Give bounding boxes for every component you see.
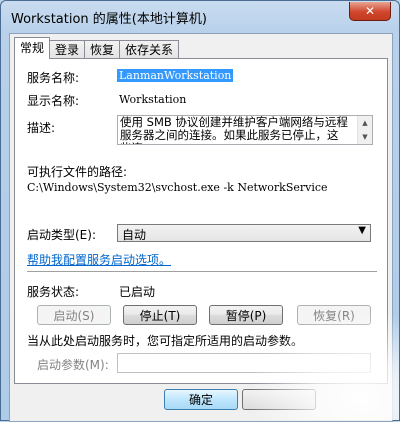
start-button[interactable]: 启动(S) [37, 305, 111, 325]
properties-dialog: Workstation 的属性(本地计算机) ✕ 常规 登录 恢复 依存关系 服… [0, 0, 400, 422]
description-scrollbar[interactable]: ▲ ▼ [357, 116, 372, 144]
scroll-up-icon[interactable]: ▲ [358, 116, 372, 130]
start-params-input[interactable] [117, 353, 371, 373]
startup-type-select[interactable]: 自动 ▼ [117, 224, 371, 242]
close-button[interactable]: ✕ [349, 2, 391, 21]
pause-button[interactable]: 暂停(P) [209, 305, 283, 325]
service-status-value: 已启动 [119, 285, 156, 299]
help-startup-link[interactable]: 帮助我配置服务启动选项。 [27, 251, 171, 268]
startup-type-label: 启动类型(E): [27, 228, 96, 242]
service-name-label: 服务名称: [27, 71, 80, 85]
exe-path-value[interactable]: C:\Windows\System32\svchost.exe -k Netwo… [27, 181, 328, 194]
ok-button[interactable]: 确定 [164, 389, 238, 410]
display-name-label: 显示名称: [27, 94, 80, 108]
start-params-label: 启动参数(M): [37, 358, 109, 372]
divider [27, 271, 377, 272]
close-icon: ✕ [364, 4, 376, 18]
dialog-client-area: 常规 登录 恢复 依存关系 服务名称: LanmanWorkstation 显示… [9, 33, 393, 422]
stop-button[interactable]: 停止(T) [123, 305, 197, 325]
description-field[interactable]: 使用 SMB 协议创建并维护客户端网络与远程服务器之间的连接。如果此服务已停止，… [117, 115, 373, 145]
tab-recovery[interactable]: 恢复 [84, 40, 121, 59]
description-text: 使用 SMB 协议创建并维护客户端网络与远程服务器之间的连接。如果此服务已停止，… [120, 115, 348, 144]
tab-dependencies[interactable]: 依存关系 [119, 40, 180, 59]
window-title: Workstation 的属性(本地计算机) [11, 12, 207, 27]
scroll-down-icon[interactable]: ▼ [358, 130, 372, 144]
tab-logon[interactable]: 登录 [49, 40, 86, 59]
service-status-label: 服务状态: [27, 285, 80, 299]
tab-strip: 常规 登录 恢复 依存关系 [14, 37, 180, 59]
exe-path-label: 可执行文件的路径: [27, 165, 128, 179]
service-name-value[interactable]: LanmanWorkstation [117, 69, 234, 82]
general-tab-panel: 服务名称: LanmanWorkstation 显示名称: Workstatio… [14, 58, 388, 384]
cancel-button[interactable] [242, 389, 316, 410]
start-params-hint: 当从此处启动服务时，您可指定所适用的启动参数。 [27, 334, 304, 348]
resume-button[interactable]: 恢复(R) [297, 305, 371, 325]
startup-type-value: 自动 [122, 228, 147, 242]
display-name-value[interactable]: Workstation [119, 93, 186, 106]
tab-general[interactable]: 常规 [14, 37, 51, 59]
description-label: 描述: [27, 121, 56, 135]
chevron-down-icon: ▼ [358, 225, 366, 236]
title-bar[interactable]: Workstation 的属性(本地计算机) ✕ [1, 1, 399, 33]
